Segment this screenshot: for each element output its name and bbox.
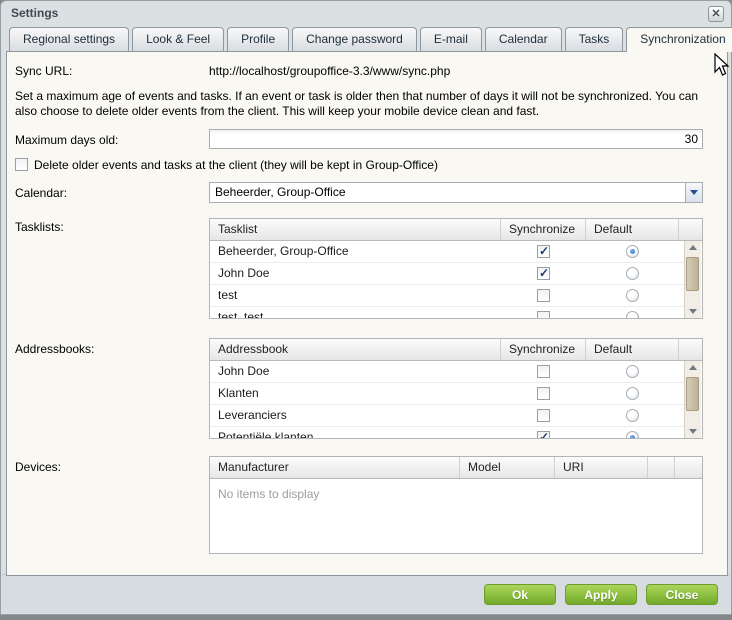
mouse-cursor-icon [714, 53, 732, 79]
column-header-spacer [675, 457, 702, 478]
scroll-up-icon[interactable] [685, 241, 701, 255]
addressbook-row[interactable]: Leveranciers [210, 405, 702, 427]
tasklists-scrollbar[interactable] [684, 241, 701, 318]
settings-dialog: Settings Regional settingsLook & FeelPro… [0, 0, 732, 615]
column-header-default[interactable]: Default [586, 219, 679, 240]
devices-grid-header: Manufacturer Model URI [210, 457, 702, 479]
tab[interactable]: Look & Feel [132, 27, 224, 51]
sync-url-label: Sync URL: [15, 64, 72, 78]
synchronize-checkbox[interactable] [537, 431, 550, 438]
default-radio[interactable] [626, 431, 639, 438]
tasklists-grid-body: Beheerder, Group-Office John Doe test te… [210, 241, 702, 318]
addressbook-row[interactable]: Potentiële klanten [210, 427, 702, 438]
screen: { "window": { "title": "Settings" }, "ta… [0, 0, 732, 620]
synchronize-checkbox[interactable] [537, 267, 550, 280]
synchronization-panel: Sync URL: http://localhost/groupoffice-3… [6, 51, 728, 576]
addressbooks-grid: Addressbook Synchronize Default John Doe… [209, 338, 703, 439]
column-header-spacer [648, 457, 675, 478]
sync-url-value: http://localhost/groupoffice-3.3/www/syn… [209, 64, 450, 78]
default-radio[interactable] [626, 387, 639, 400]
default-radio[interactable] [626, 289, 639, 302]
dialog-footer: Ok Apply Close [2, 574, 730, 613]
scroll-down-icon[interactable] [685, 424, 701, 438]
dialog-titlebar[interactable]: Settings [1, 1, 731, 26]
tasklist-row[interactable]: test [210, 285, 702, 307]
devices-grid: Manufacturer Model URI No items to displ… [209, 456, 703, 554]
tab[interactable]: Calendar [485, 27, 562, 51]
column-header-spacer [679, 339, 702, 360]
column-header-default[interactable]: Default [586, 339, 679, 360]
addressbook-name: John Doe [210, 361, 501, 382]
addressbooks-grid-header: Addressbook Synchronize Default [210, 339, 702, 361]
close-icon [709, 7, 723, 21]
max-days-label: Maximum days old: [15, 133, 118, 147]
column-header-spacer [679, 219, 702, 240]
synchronize-checkbox[interactable] [537, 289, 550, 302]
devices-label: Devices: [15, 460, 61, 474]
delete-older-label: Delete older events and tasks at the cli… [34, 158, 438, 172]
devices-empty-text: No items to display [218, 487, 319, 501]
tasklists-label: Tasklists: [15, 220, 64, 234]
calendar-combobox-value: Beheerder, Group-Office [215, 185, 346, 199]
tasklist-row[interactable]: John Doe [210, 263, 702, 285]
addressbooks-grid-body: John Doe Klanten Leveranciers Potentiële… [210, 361, 702, 438]
default-radio[interactable] [626, 409, 639, 422]
tasklist-name: Beheerder, Group-Office [210, 241, 501, 262]
synchronize-checkbox[interactable] [537, 409, 550, 422]
addressbook-name: Potentiële klanten [210, 427, 501, 438]
addressbook-row[interactable]: John Doe [210, 361, 702, 383]
tasklists-grid-header: Tasklist Synchronize Default [210, 219, 702, 241]
close-button[interactable]: Close [646, 584, 718, 605]
synchronize-checkbox[interactable] [537, 387, 550, 400]
tab[interactable]: Synchronization [626, 27, 732, 52]
tab[interactable]: Change password [292, 27, 417, 51]
addressbook-name: Klanten [210, 383, 501, 404]
column-header-model[interactable]: Model [460, 457, 555, 478]
apply-button[interactable]: Apply [565, 584, 637, 605]
tasklist-name: test [210, 285, 501, 306]
scroll-down-icon[interactable] [685, 304, 701, 318]
devices-grid-body: No items to display [210, 479, 702, 553]
tasklist-row[interactable]: test_test [210, 307, 702, 318]
settings-tabbar: Regional settingsLook & FeelProfileChang… [9, 27, 732, 52]
description-text: Set a maximum age of events and tasks. I… [15, 89, 721, 119]
column-header-manufacturer[interactable]: Manufacturer [210, 457, 460, 478]
tasklist-name: test_test [210, 307, 501, 318]
default-radio[interactable] [626, 311, 639, 318]
column-header-addressbook[interactable]: Addressbook [210, 339, 501, 360]
default-radio[interactable] [626, 365, 639, 378]
addressbooks-scrollbar[interactable] [684, 361, 701, 438]
ok-button[interactable]: Ok [484, 584, 556, 605]
dialog-close-button[interactable] [708, 6, 724, 22]
calendar-combobox[interactable]: Beheerder, Group-Office [209, 182, 703, 203]
calendar-label: Calendar: [15, 186, 67, 200]
tab[interactable]: Tasks [565, 27, 624, 51]
tab[interactable]: Regional settings [9, 27, 129, 51]
default-radio[interactable] [626, 267, 639, 280]
chevron-down-icon [690, 190, 698, 195]
tasklists-grid: Tasklist Synchronize Default Beheerder, … [209, 218, 703, 319]
calendar-combobox-trigger[interactable] [685, 183, 702, 202]
delete-older-checkbox[interactable] [15, 158, 28, 171]
column-header-tasklist[interactable]: Tasklist [210, 219, 501, 240]
default-radio[interactable] [626, 245, 639, 258]
column-header-synchronize[interactable]: Synchronize [501, 339, 586, 360]
column-header-synchronize[interactable]: Synchronize [501, 219, 586, 240]
synchronize-checkbox[interactable] [537, 245, 550, 258]
dialog-title: Settings [11, 6, 58, 20]
scrollbar-thumb[interactable] [686, 257, 699, 291]
max-days-input[interactable] [209, 129, 703, 149]
synchronize-checkbox[interactable] [537, 311, 550, 318]
tab[interactable]: E-mail [420, 27, 482, 51]
tasklist-row[interactable]: Beheerder, Group-Office [210, 241, 702, 263]
addressbook-name: Leveranciers [210, 405, 501, 426]
addressbooks-label: Addressbooks: [15, 342, 94, 356]
column-header-uri[interactable]: URI [555, 457, 648, 478]
scrollbar-thumb[interactable] [686, 377, 699, 411]
tab[interactable]: Profile [227, 27, 289, 51]
tasklist-name: John Doe [210, 263, 501, 284]
synchronize-checkbox[interactable] [537, 365, 550, 378]
scroll-up-icon[interactable] [685, 361, 701, 375]
addressbook-row[interactable]: Klanten [210, 383, 702, 405]
